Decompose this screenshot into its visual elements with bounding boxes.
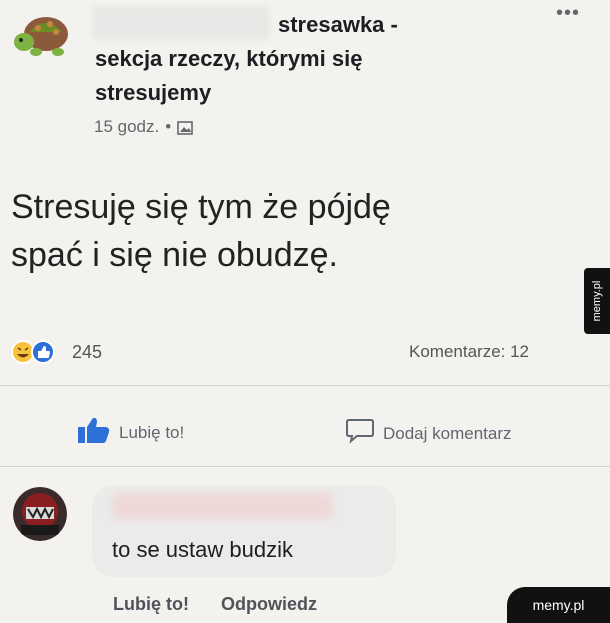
memy-watermark-side: memy.pl	[584, 268, 610, 334]
post-header: stresawka - sekcja rzeczy, którymi się s…	[0, 0, 610, 150]
divider	[0, 466, 610, 467]
comment-actions: Lubię to! Odpowiedz	[113, 594, 317, 615]
comments-count[interactable]: Komentarze: 12	[409, 342, 529, 362]
post-body: Stresuję się tym że pójdę spać i się nie…	[11, 183, 531, 279]
comment-text: to se ustaw budzik	[112, 537, 293, 562]
divider	[0, 385, 610, 386]
post-text-line: Stresuję się tym że pójdę	[11, 188, 391, 226]
meta-separator: •	[165, 117, 172, 136]
reactions-summary[interactable]: 245	[10, 339, 102, 365]
comment-bubble: to se ustaw budzik	[92, 485, 396, 577]
reaction-icons	[10, 339, 68, 365]
comment-reply-button[interactable]: Odpowiedz	[221, 594, 317, 615]
turtle-avatar-icon[interactable]	[10, 8, 76, 64]
haha-reaction-icon	[11, 340, 35, 364]
add-comment-button[interactable]: Dodaj komentarz	[345, 418, 512, 449]
speech-bubble-icon	[345, 418, 375, 449]
comment-like-button[interactable]: Lubię to!	[113, 594, 189, 615]
blurred-commenter-name	[112, 493, 332, 519]
thumbs-up-icon	[77, 416, 111, 449]
photo-album-icon	[177, 120, 193, 135]
like-button[interactable]: Lubię to!	[77, 416, 184, 449]
post-time[interactable]: 15 godz.	[94, 117, 159, 137]
post-text-line: spać i się nie obudzę.	[11, 236, 338, 274]
memy-watermark-corner: memy.pl	[507, 587, 610, 623]
reaction-count: 245	[72, 341, 103, 362]
post-meta: 15 godz. •	[94, 117, 193, 137]
more-dots-icon[interactable]: •••	[556, 3, 586, 23]
commenter-avatar[interactable]	[13, 487, 67, 541]
group-name[interactable]: stresawka - sekcja rzeczy, którymi się s…	[95, 8, 465, 110]
